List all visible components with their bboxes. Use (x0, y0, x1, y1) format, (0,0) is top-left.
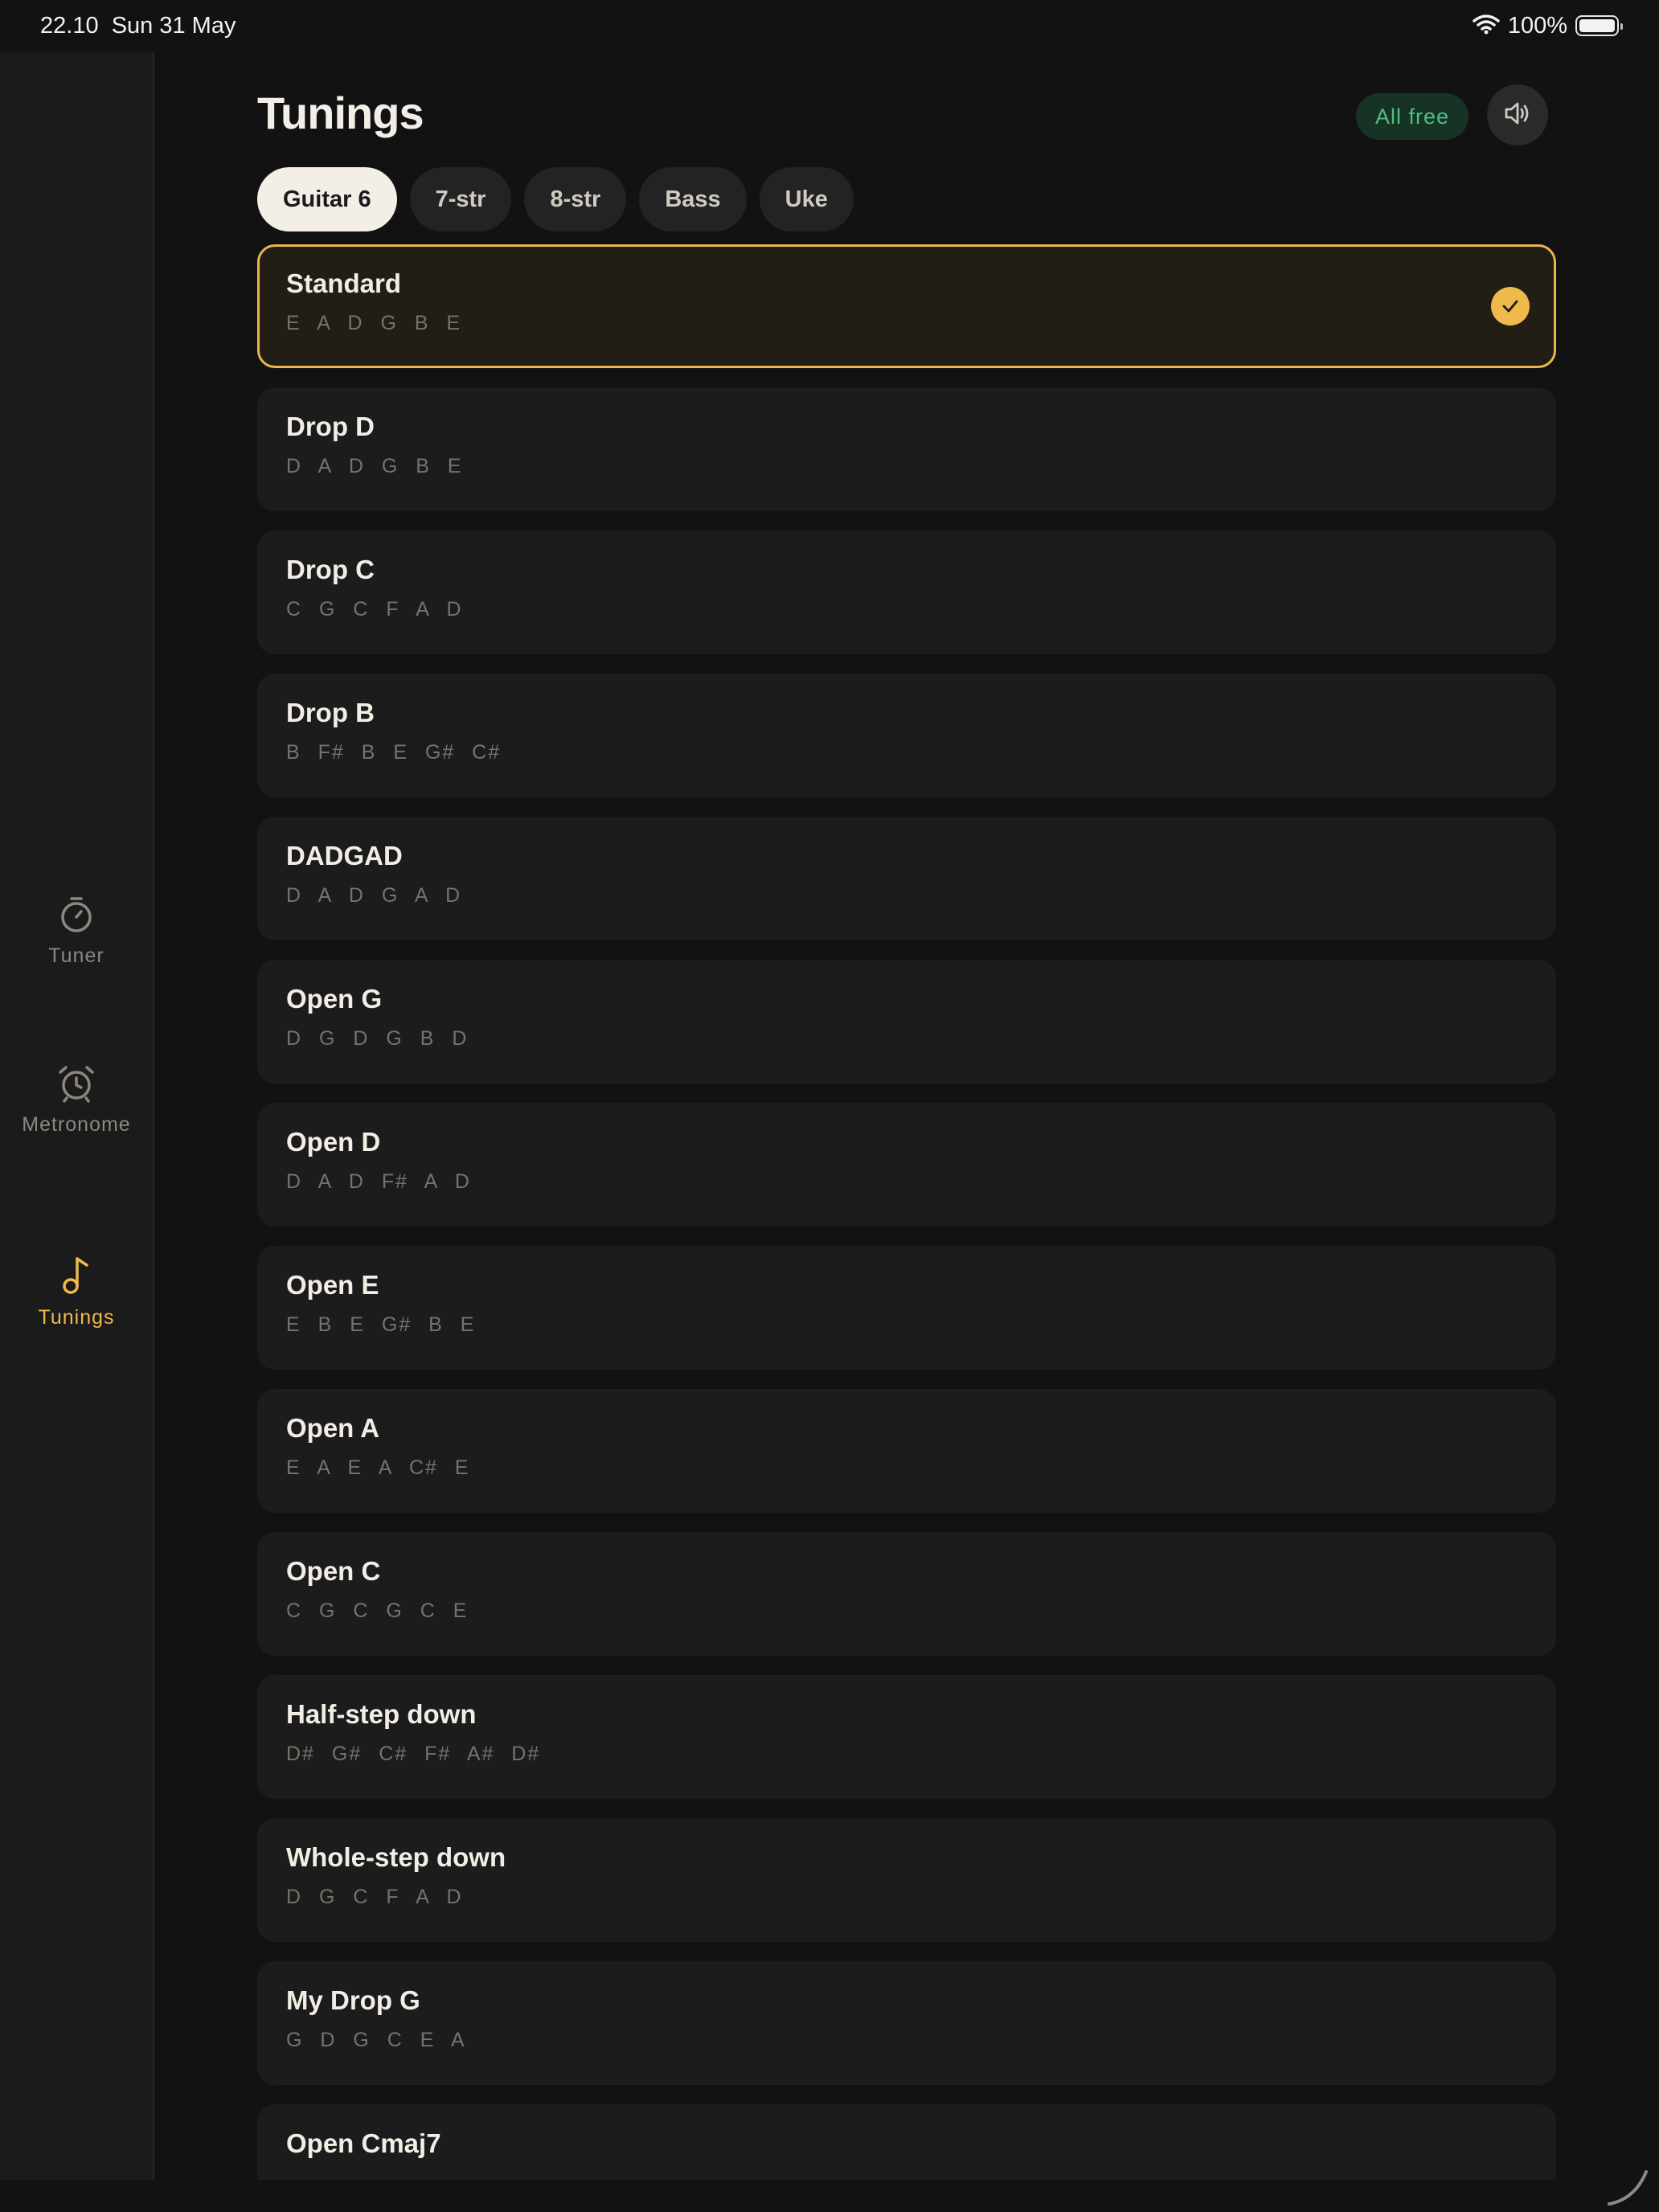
tuning-name: Open D (286, 1127, 381, 1157)
tuning-notes: C G C F A D (286, 598, 463, 621)
tuning-card-open-e[interactable]: Open E E B E G# B E (257, 1246, 1556, 1370)
tuning-name: Whole-step down (286, 1842, 506, 1872)
tuning-card-my-drop-g[interactable]: My Drop G G D G C E A (257, 1961, 1556, 2085)
tuning-card-dadgad[interactable]: DADGAD D A D G A D (257, 817, 1556, 940)
tuning-notes: D A D G A D (286, 884, 462, 907)
tuning-card-half-step-down[interactable]: Half-step down D# G# C# F# A# D# (257, 1675, 1556, 1799)
tuning-notes: E A D G B E (286, 312, 462, 334)
tuning-card-drop-c[interactable]: Drop C C G C F A D (257, 530, 1556, 654)
tuning-name: Open Cmaj7 (286, 2128, 441, 2158)
tuning-card-open-d[interactable]: Open D D A D F# A D (257, 1103, 1556, 1227)
tuning-name: Standard (286, 268, 402, 298)
tuning-card-open-c[interactable]: Open C C G C G C E (257, 1532, 1556, 1656)
wifi-icon (1473, 14, 1500, 39)
tuning-name: DADGAD (286, 841, 403, 870)
sidebar: Tuner Metronome Tunings (0, 51, 154, 2180)
battery-fill (1579, 19, 1615, 32)
tuning-name: Open A (286, 1413, 380, 1443)
main-content: Tunings All free Guitar 6 7-str 8-str Ba… (257, 51, 1556, 2180)
tuning-card-drop-d[interactable]: Drop D D A D G B E (257, 387, 1556, 511)
status-clock: 22.10 Sun 31 May (40, 13, 236, 39)
tuning-name: My Drop G (286, 1985, 420, 2015)
page-title: Tunings (257, 88, 424, 138)
tuning-card-open-a[interactable]: Open A E A E A C# E (257, 1389, 1556, 1513)
tuning-notes: E B E G# B E (286, 1313, 476, 1336)
tab-guitar-6[interactable]: Guitar 6 (257, 167, 397, 231)
tuning-notes: D G D G B D (286, 1027, 469, 1050)
sidebar-item-label: Tunings (38, 1306, 115, 1329)
tab-7-str[interactable]: 7-str (409, 167, 512, 231)
tuning-name: Open G (286, 984, 383, 1014)
sidebar-item-metronome[interactable]: Metronome (0, 1064, 153, 1138)
bottom-safe-area (0, 2180, 1659, 2212)
tab-uke[interactable]: Uke (759, 167, 854, 231)
tuning-notes: D G C F A D (286, 1886, 463, 1908)
speaker-icon (1503, 100, 1532, 130)
tuning-name: Drop C (286, 555, 375, 584)
music-note-icon (59, 1256, 94, 1296)
tuning-notes: D A D F# A D (286, 1170, 471, 1193)
sidebar-item-label: Tuner (48, 944, 104, 967)
status-bar: 22.10 Sun 31 May 100% (0, 0, 1659, 51)
sidebar-item-tunings[interactable]: Tunings (0, 1256, 153, 1331)
scroll-indicator-icon (1603, 2162, 1651, 2211)
tuning-name: Half-step down (286, 1699, 477, 1729)
tuning-notes: D# G# C# F# A# D# (286, 1743, 541, 1765)
alarm-clock-icon (57, 1064, 96, 1103)
sidebar-item-tuner[interactable]: Tuner (0, 895, 153, 969)
sound-button[interactable] (1487, 84, 1548, 145)
tuning-name: Drop D (286, 412, 375, 441)
tuning-card-open-g[interactable]: Open G D G D G B D (257, 960, 1556, 1083)
tuning-notes: D A D G B E (286, 455, 463, 477)
tab-8-str[interactable]: 8-str (524, 167, 627, 231)
tuning-list: Standard E A D G B E Drop D D A D G B E … (257, 244, 1556, 2180)
status-time: 22.10 (40, 13, 99, 39)
checkmark-icon (1491, 287, 1530, 326)
all-free-badge: All free (1356, 93, 1469, 140)
tuning-card-drop-b[interactable]: Drop B B F# B E G# C# (257, 674, 1556, 797)
tuning-notes: G D G C E A (286, 2029, 466, 2051)
instrument-tabs: Guitar 6 7-str 8-str Bass Uke (257, 167, 854, 231)
tuning-notes: B F# B E G# C# (286, 741, 502, 764)
battery-icon (1575, 15, 1623, 36)
tab-bass[interactable]: Bass (639, 167, 747, 231)
tuning-notes: C G C G C E (286, 1600, 469, 1622)
status-indicators: 100% (1473, 11, 1623, 40)
battery-percent: 100% (1507, 12, 1567, 39)
tuning-card-standard[interactable]: Standard E A D G B E (257, 244, 1556, 368)
tuning-card-open-cmaj7[interactable]: Open Cmaj7 (257, 2104, 1556, 2180)
status-date: Sun 31 May (111, 13, 236, 39)
tuning-name: Drop B (286, 698, 375, 727)
tuning-card-whole-step-down[interactable]: Whole-step down D G C F A D (257, 1818, 1556, 1942)
tuning-notes: E A E A C# E (286, 1456, 470, 1479)
tuning-name: Open C (286, 1556, 381, 1586)
tuning-name: Open E (286, 1270, 379, 1300)
sidebar-item-label: Metronome (22, 1113, 131, 1136)
stopwatch-icon (59, 895, 94, 934)
